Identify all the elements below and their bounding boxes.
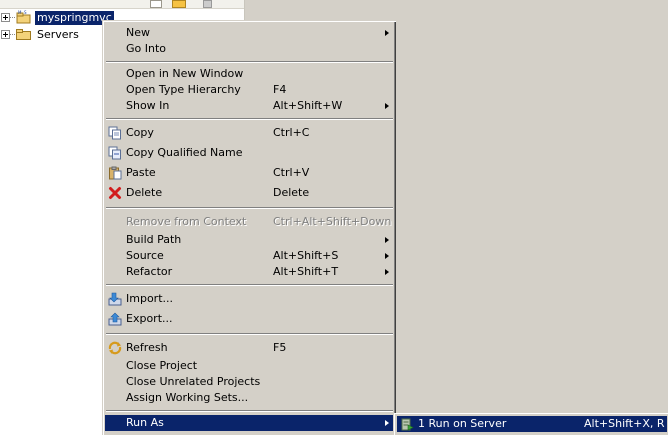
menu-item-export[interactable]: Export... <box>105 311 393 327</box>
collapse-all-icon[interactable] <box>150 0 162 8</box>
copy-qualified-name-icon <box>108 146 121 160</box>
delete-icon <box>109 187 121 199</box>
submenu-arrow-icon <box>385 30 389 36</box>
menu-item-paste[interactable]: Paste Ctrl+V <box>105 165 393 181</box>
folder-icon <box>16 29 31 40</box>
menu-item-open-in-new-window[interactable]: Open in New Window <box>105 66 393 82</box>
context-menu: New Go Into Open in New Window Open Type… <box>102 20 396 435</box>
menu-item-assign-working-sets[interactable]: Assign Working Sets... <box>105 390 393 406</box>
tree-item-label: Servers <box>37 28 79 41</box>
menu-item-close-project[interactable]: Close Project <box>105 358 393 374</box>
server-run-icon <box>401 418 414 431</box>
menu-item-source[interactable]: Source Alt+Shift+S <box>105 248 393 264</box>
view-menu-icon[interactable] <box>203 0 212 8</box>
menu-item-refactor[interactable]: Refactor Alt+Shift+T <box>105 264 393 280</box>
menu-separator <box>106 61 393 63</box>
menu-item-import[interactable]: Import... <box>105 291 393 307</box>
menu-item-run-as[interactable]: Run As <box>105 415 393 431</box>
explorer-toolbar <box>0 0 244 9</box>
paste-icon <box>109 166 122 180</box>
menu-item-show-in[interactable]: Show In Alt+Shift+W <box>105 98 393 114</box>
copy-icon <box>108 126 121 140</box>
svg-text:M: M <box>18 10 22 15</box>
submenu-arrow-icon <box>385 420 389 426</box>
run-as-submenu: 1 Run on Server Alt+Shift+X, R <box>394 413 668 435</box>
menu-item-open-type-hierarchy[interactable]: Open Type Hierarchy F4 <box>105 82 393 98</box>
menu-separator <box>106 207 393 209</box>
submenu-item-run-on-server[interactable]: 1 Run on Server Alt+Shift+X, R <box>397 416 667 432</box>
submenu-arrow-icon <box>385 269 389 275</box>
link-with-editor-icon[interactable] <box>172 0 186 8</box>
menu-item-remove-from-context: Remove from Context Ctrl+Alt+Shift+Down <box>126 215 392 228</box>
import-icon <box>108 292 122 306</box>
submenu-arrow-icon <box>385 237 389 243</box>
menu-separator <box>106 284 393 286</box>
menu-separator <box>106 333 393 335</box>
refresh-icon <box>108 341 122 355</box>
menu-item-new[interactable]: New <box>105 25 393 41</box>
menu-separator <box>106 118 393 120</box>
menu-item-copy[interactable]: Copy Ctrl+C <box>105 125 393 141</box>
menu-item-go-into[interactable]: Go Into <box>105 41 393 57</box>
menu-item-delete[interactable]: Delete Delete <box>105 185 393 201</box>
menu-separator <box>106 410 393 412</box>
menu-item-copy-qualified-name[interactable]: Copy Qualified Name <box>105 145 393 161</box>
submenu-arrow-icon <box>385 103 389 109</box>
menu-item-build-path[interactable]: Build Path <box>105 232 393 248</box>
svg-text:S: S <box>24 10 27 15</box>
menu-item-close-unrelated-projects[interactable]: Close Unrelated Projects <box>105 374 393 390</box>
submenu-arrow-icon <box>385 253 389 259</box>
project-folder-icon: M S <box>16 10 31 24</box>
export-icon <box>108 312 122 326</box>
menu-item-refresh[interactable]: Refresh F5 <box>105 340 393 356</box>
